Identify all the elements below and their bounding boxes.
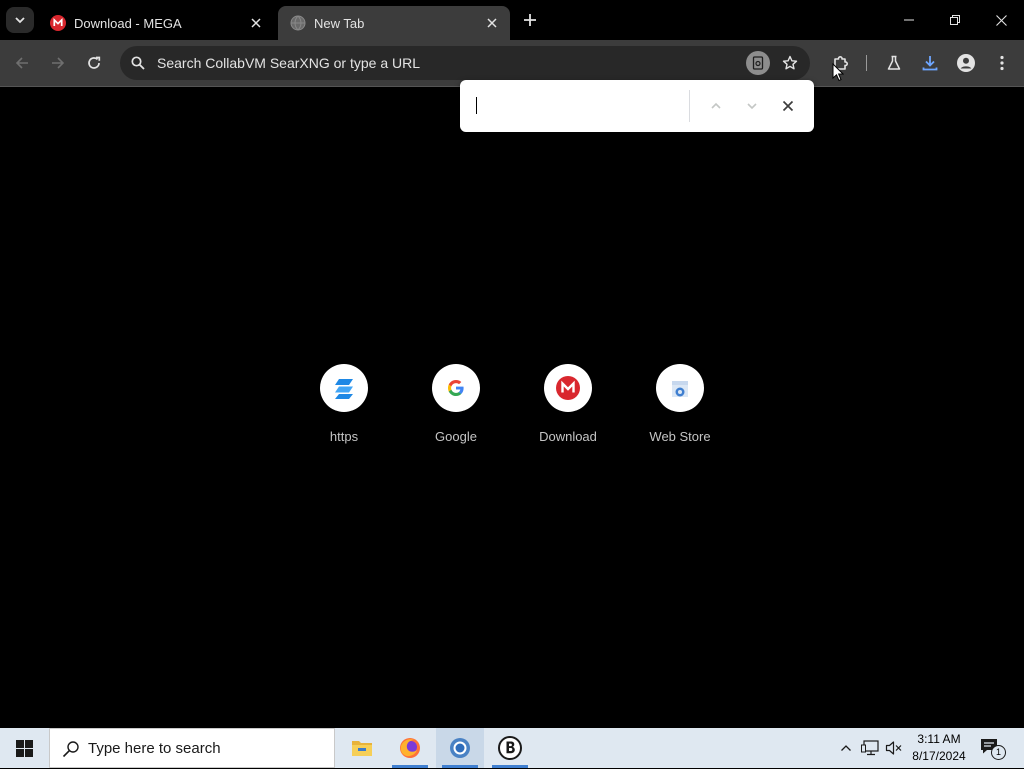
restore-icon — [950, 15, 960, 25]
firefox-icon — [400, 738, 420, 758]
shortcut-label: Download — [539, 429, 597, 444]
chrome-icon — [450, 738, 470, 758]
search-icon — [62, 740, 80, 758]
back-button[interactable] — [10, 51, 34, 75]
find-divider — [689, 90, 690, 122]
tab-title: Download - MEGA — [74, 15, 182, 31]
shortcut-label: https — [329, 429, 359, 444]
tab-download-mega[interactable]: Download - MEGA — [38, 6, 274, 40]
google-g-icon — [432, 364, 480, 412]
brave-b-icon — [498, 736, 522, 760]
reload-icon — [88, 56, 101, 69]
close-tab-icon[interactable] — [482, 13, 502, 33]
downloads-button[interactable] — [918, 51, 942, 75]
taskbar: Type here to search 3:11 AM 8/17/2024 1 — [0, 728, 1024, 768]
taskbar-brave[interactable] — [486, 728, 534, 768]
show-hidden-icons-button[interactable] — [836, 738, 856, 758]
mega-logo-icon — [544, 364, 592, 412]
toolbar-divider — [866, 55, 867, 71]
find-bar — [460, 80, 814, 132]
web-store-icon — [656, 364, 704, 412]
more-vertical-icon — [1000, 55, 1004, 71]
find-input[interactable] — [474, 92, 690, 120]
chevron-down-icon — [15, 17, 25, 24]
shortcut-download[interactable]: Download — [512, 364, 624, 444]
taskbar-search-placeholder: Type here to search — [88, 740, 221, 757]
shortcut-grid: https Google Download Web Store — [288, 364, 736, 444]
shortcut-google[interactable]: Google — [400, 364, 512, 444]
mouse-cursor-icon — [832, 63, 844, 82]
plus-icon — [524, 14, 536, 26]
windows-logo-icon — [15, 739, 33, 757]
arrow-left-icon — [15, 57, 28, 69]
chevron-down-icon — [747, 103, 757, 110]
chevron-up-icon — [841, 745, 851, 751]
chevron-up-icon — [711, 102, 721, 109]
clock-date: 8/17/2024 — [912, 749, 966, 763]
find-previous-button[interactable] — [704, 94, 728, 118]
close-tab-icon[interactable] — [246, 13, 266, 33]
address-bar[interactable]: Search CollabVM SearXNG or type a URL — [120, 46, 810, 80]
restore-button[interactable] — [932, 0, 978, 40]
network-icon[interactable] — [860, 738, 880, 758]
shortcut-https[interactable]: https — [288, 364, 400, 444]
address-bar-placeholder: Search CollabVM SearXNG or type a URL — [157, 55, 420, 71]
avatar-icon — [957, 54, 975, 72]
action-center-button[interactable]: 1 — [978, 736, 1006, 760]
bookmark-star-icon[interactable] — [778, 51, 802, 75]
menu-button[interactable] — [990, 51, 1014, 75]
mega-logo-icon — [50, 15, 66, 31]
notification-count: 1 — [991, 745, 1006, 760]
arrow-right-icon — [52, 57, 65, 69]
forward-button[interactable] — [46, 51, 70, 75]
minimize-button[interactable] — [886, 0, 932, 40]
text-caret — [476, 97, 477, 114]
volume-muted-icon[interactable] — [884, 738, 904, 758]
taskbar-firefox[interactable] — [386, 728, 434, 768]
flask-icon — [887, 55, 901, 70]
close-icon — [782, 100, 794, 112]
tab-title: New Tab — [314, 15, 365, 31]
find-next-button[interactable] — [740, 94, 764, 118]
shortcut-label: Google — [435, 429, 477, 444]
globe-icon — [290, 15, 306, 31]
shortcut-label: Web Store — [649, 429, 711, 444]
find-close-button[interactable] — [776, 94, 800, 118]
taskbar-chrome[interactable] — [436, 728, 484, 768]
close-icon — [995, 14, 1007, 26]
shortcut-web-store[interactable]: Web Store — [624, 364, 736, 444]
labs-button[interactable] — [882, 51, 906, 75]
start-button[interactable] — [0, 728, 48, 768]
close-window-button[interactable] — [978, 0, 1024, 40]
file-explorer-icon — [352, 741, 372, 756]
blue-stripe-logo-icon — [320, 364, 368, 412]
download-icon — [922, 56, 938, 71]
taskbar-clock[interactable]: 3:11 AM 8/17/2024 — [906, 731, 972, 765]
tab-search-button[interactable] — [6, 7, 34, 33]
clock-time: 3:11 AM — [917, 732, 961, 746]
minimize-icon — [904, 19, 914, 21]
taskbar-search-box[interactable]: Type here to search — [49, 728, 335, 768]
search-icon — [126, 51, 150, 75]
tab-new-tab[interactable]: New Tab — [278, 6, 510, 40]
tab-strip: Download - MEGA New Tab — [0, 0, 1024, 40]
taskbar-file-explorer[interactable] — [338, 728, 386, 768]
reload-button[interactable] — [82, 51, 106, 75]
read-page-icon[interactable] — [746, 51, 770, 75]
new-tab-button[interactable] — [518, 8, 542, 32]
profile-button[interactable] — [954, 51, 978, 75]
